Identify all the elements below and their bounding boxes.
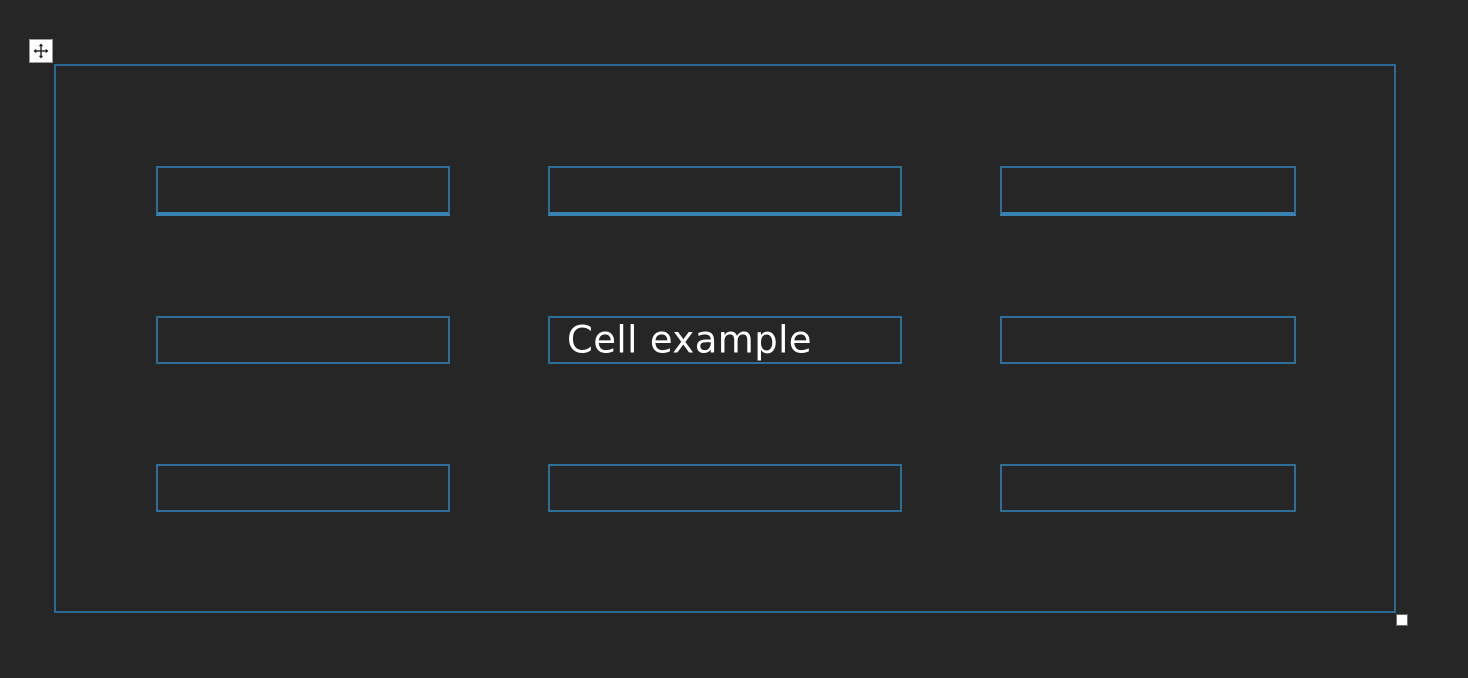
move-arrows-icon — [33, 43, 49, 59]
table-cell-r1-c3[interactable] — [1000, 166, 1296, 216]
table-cell-r1-c2[interactable] — [548, 166, 902, 216]
editor-canvas: Cell example — [0, 0, 1468, 678]
table-cell-r3-c2[interactable] — [548, 464, 902, 512]
table-cell-r1-c1[interactable] — [156, 166, 450, 216]
table-resize-handle[interactable] — [1396, 614, 1408, 626]
table-move-handle[interactable] — [29, 39, 53, 63]
table-cell-r2-c1[interactable] — [156, 316, 450, 364]
table-cell-r3-c1[interactable] — [156, 464, 450, 512]
table-cell-r3-c3[interactable] — [1000, 464, 1296, 512]
table-cell-r2-c2[interactable]: Cell example — [548, 316, 902, 364]
table-cell-r2-c3[interactable] — [1000, 316, 1296, 364]
cell-text: Cell example — [567, 318, 812, 362]
